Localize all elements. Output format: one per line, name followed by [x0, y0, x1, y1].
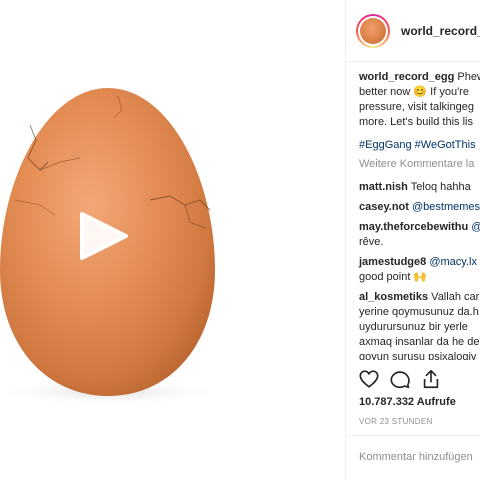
- header-username[interactable]: world_record_egg: [401, 24, 480, 38]
- comment-item: al_kosmetiks Vallah car yerine qoymusunu…: [359, 290, 480, 360]
- comment-mention[interactable]: @macy.lx: [429, 256, 477, 268]
- post-header: world_record_egg: [346, 0, 480, 62]
- caption-line-3: pressure, visit talkingeg: [359, 101, 474, 113]
- comment-mention[interactable]: @bestmemes: [412, 201, 480, 213]
- caption-hashtags: #EggGang #WeGotThis: [359, 138, 480, 153]
- comment-text: Vallah car: [431, 291, 480, 303]
- comment-item: may.theforcebewithu @ rêve.: [359, 220, 480, 250]
- view-count[interactable]: 10.787.332 Aufrufe: [359, 396, 456, 408]
- comment-mention[interactable]: @: [471, 221, 480, 233]
- comment-text: Teloq hahha: [410, 181, 471, 193]
- comment-text: rêve.: [359, 236, 384, 248]
- comment-username[interactable]: may.theforcebewithu: [359, 221, 468, 233]
- load-more-comments-label: Weitere Kommentare la: [359, 158, 475, 170]
- caption: world_record_egg Phew better now 😊 If yo…: [359, 70, 480, 130]
- egg-image: [0, 88, 228, 406]
- comment-item: casey.not @bestmemes: [359, 200, 480, 215]
- hashtag-links[interactable]: #EggGang #WeGotThis: [359, 139, 476, 151]
- caption-line-2: better now 😊 If you're: [359, 86, 469, 98]
- comment-item: jamestudge8 @macy.lx good point 🙌: [359, 255, 480, 285]
- comment-text: good point 🙌: [359, 271, 428, 283]
- play-icon[interactable]: [76, 208, 132, 264]
- caption-username[interactable]: world_record_egg: [359, 71, 454, 83]
- caption-line-1: Phew: [457, 71, 480, 83]
- share-icon[interactable]: [420, 368, 442, 390]
- comment-text-line: uydurursunuz bir yerle: [359, 321, 468, 333]
- load-more-comments[interactable]: Weitere Kommentare la: [359, 157, 480, 172]
- add-comment-section: [346, 435, 480, 480]
- comment-text-line: yerine qoymusunuz da.h: [359, 306, 479, 318]
- avatar-egg-image: [360, 18, 386, 44]
- comment-item: matt.nish Teloq hahha: [359, 180, 480, 195]
- add-comment-input[interactable]: [359, 448, 480, 466]
- avatar[interactable]: [356, 14, 390, 48]
- post-media: [0, 0, 345, 480]
- avatar-frame: [358, 16, 388, 46]
- post-sidebar: world_record_egg world_record_egg Phew b…: [345, 0, 480, 480]
- comment-text-line: axmaq insanlar da he de: [359, 336, 480, 348]
- post-timestamp[interactable]: VOR 23 STUNDEN: [359, 417, 433, 426]
- comment-username[interactable]: matt.nish: [359, 181, 408, 193]
- comment-text-line: qoyun surusu psixalogiy: [359, 351, 477, 360]
- comment-username[interactable]: jamestudge8: [359, 256, 426, 268]
- comment-username[interactable]: casey.not: [359, 201, 409, 213]
- comment-icon[interactable]: [389, 368, 411, 390]
- post-actions: [346, 366, 480, 396]
- comment-username[interactable]: al_kosmetiks: [359, 291, 428, 303]
- comments-list: world_record_egg Phew better now 😊 If yo…: [346, 70, 480, 360]
- caption-line-4: more. Let's build this lis: [359, 116, 473, 128]
- heart-icon[interactable]: [358, 368, 380, 390]
